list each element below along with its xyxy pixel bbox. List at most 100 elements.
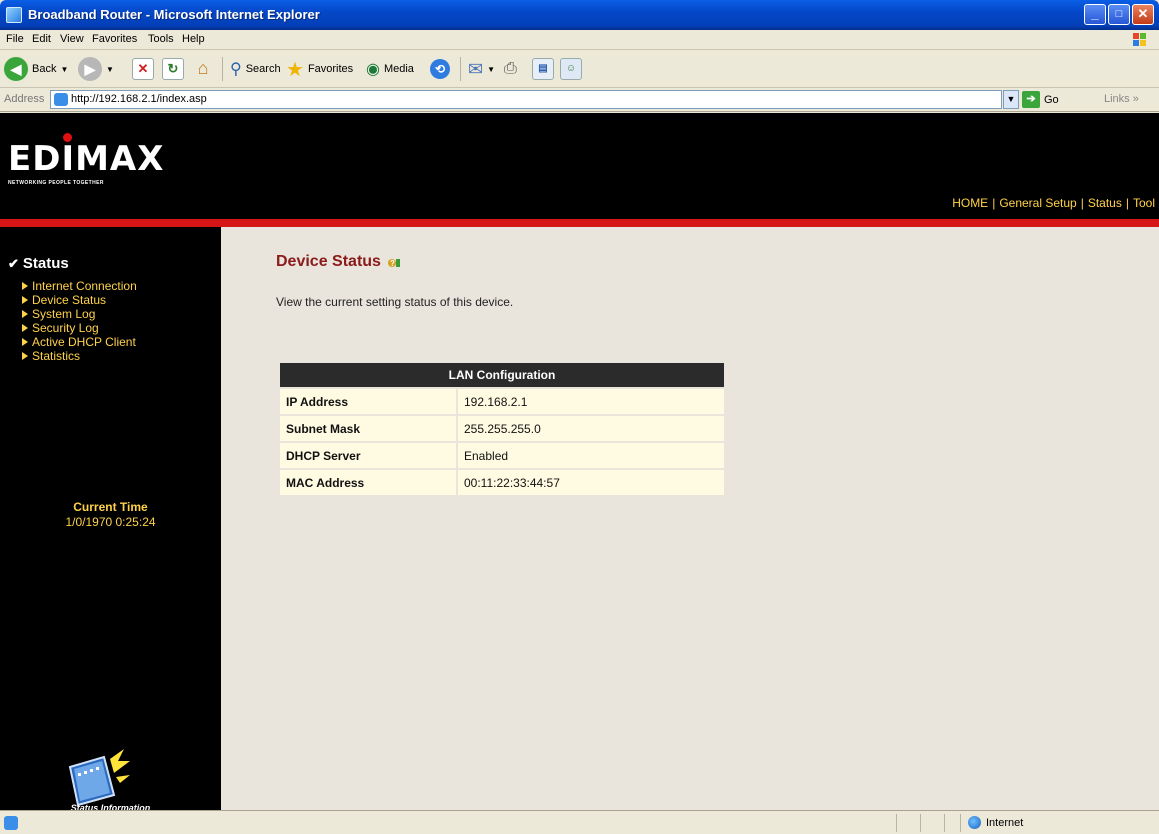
menu-view[interactable]: View [60,33,84,45]
links-button[interactable]: Links » [1104,93,1139,105]
status-information-icon [68,749,130,807]
sidebar-item-label: Active DHCP Client [32,335,136,349]
back-label: Back [32,63,57,75]
header-divider [0,219,1159,227]
sidebar-item-label: Security Log [32,321,99,335]
toolbar-separator [460,57,461,81]
status-panel-divider [920,814,921,832]
row-key: IP Address [280,389,456,414]
edit-button[interactable]: ▤ [532,57,554,81]
help-icon[interactable]: ? [387,255,401,269]
address-dropdown[interactable]: ▼ [1003,90,1019,109]
menu-favorites[interactable]: Favorites [92,33,137,45]
toolbar: ◀ Back ▼ ▶ ▼ ✕ ↻ ⌂ ⚲ Search ★ Favorites … [0,50,1159,88]
menu-edit[interactable]: Edit [32,33,51,45]
favorites-label: Favorites [307,63,354,75]
go-arrow-icon: ➔ [1022,91,1040,108]
print-button[interactable]: ⎙ [504,57,517,81]
menu-file[interactable]: File [6,33,24,45]
refresh-icon: ↻ [162,58,184,80]
refresh-button[interactable]: ↻ [162,57,184,81]
row-key: DHCP Server [280,443,456,468]
mail-button[interactable]: ✉ ▼ [468,57,495,81]
address-bar: Address http://192.168.2.1/index.asp ▼ ➔… [0,88,1159,112]
triangle-right-icon [22,282,28,290]
ie-icon [6,7,22,23]
status-panel-divider [896,814,897,832]
router-header: EDIMAX NETWORKING PEOPLE TOGETHER HOME |… [0,113,1159,219]
home-icon: ⌂ [197,58,209,78]
menu-help[interactable]: Help [182,33,205,45]
row-value: 255.255.255.0 [456,416,724,441]
sidebar-item-active-dhcp-client[interactable]: Active DHCP Client [22,335,137,349]
messenger-button[interactable]: ☺ [560,57,582,81]
status-panel-divider [960,814,961,832]
nav-home[interactable]: HOME [952,196,988,210]
page-description: View the current setting status of this … [276,295,514,309]
nav-separator: | [992,196,996,210]
forward-button[interactable]: ▶ ▼ [78,57,114,81]
address-input[interactable]: http://192.168.2.1/index.asp [50,90,1002,109]
menu-bar: File Edit View Favorites Tools Help [0,30,1159,50]
logo-dot [63,133,72,142]
page-icon [54,93,68,106]
sidebar-item-label: Device Status [32,293,107,307]
messenger-icon: ☺ [560,58,582,80]
page-title-text: Device Status [276,253,381,270]
favorites-button[interactable]: ★ Favorites [286,57,353,81]
star-icon: ★ [286,58,304,81]
lan-configuration-table: LAN Configuration IP Address 192.168.2.1… [280,361,724,497]
stop-button[interactable]: ✕ [132,57,154,81]
back-button[interactable]: ◀ Back ▼ [4,57,68,81]
nav-general-setup[interactable]: General Setup [999,196,1076,210]
triangle-right-icon [22,338,28,346]
go-label: Go [1044,93,1059,106]
row-value: 00:11:22:33:44:57 [456,470,724,495]
table-row: DHCP Server Enabled [280,443,724,468]
security-zone: Internet [968,816,1023,829]
status-bar: Internet [0,810,1159,834]
close-button[interactable]: ✕ [1132,4,1154,25]
media-button[interactable]: ◉ Media [366,57,414,81]
search-button[interactable]: ⚲ Search [230,57,281,81]
sidebar-item-security-log[interactable]: Security Log [22,321,137,335]
edit-page-icon: ▤ [532,58,554,80]
nav-tool[interactable]: Tool [1133,196,1155,210]
toolbar-separator [222,57,223,81]
triangle-right-icon [22,310,28,318]
triangle-right-icon [22,352,28,360]
zone-label: Internet [986,816,1024,829]
sidebar-item-device-status[interactable]: Device Status [22,293,137,307]
page-icon [4,816,18,830]
status-panel-divider [944,814,945,832]
nav-status[interactable]: Status [1088,196,1122,210]
sidebar-item-label: Internet Connection [32,279,137,293]
go-button[interactable]: ➔ Go [1022,91,1059,108]
checkmark-icon: ✔ [8,255,19,271]
table-row: Subnet Mask 255.255.255.0 [280,416,724,441]
table-row: MAC Address 00:11:22:33:44:57 [280,470,724,495]
mail-icon: ✉ [468,58,484,79]
page-title: Device Status ? [276,253,401,271]
svg-text:?: ? [390,259,395,268]
top-nav: HOME | General Setup | Status | Tool [952,196,1155,210]
logo-text: EDIMAX [8,139,165,179]
history-button[interactable]: ⟲ [430,57,450,81]
forward-arrow-icon: ▶ [78,57,102,81]
home-button[interactable]: ⌂ [192,57,214,81]
maximize-button[interactable]: □ [1108,4,1130,25]
table-row: IP Address 192.168.2.1 [280,389,724,414]
sidebar-title: ✔ Status [8,255,69,272]
address-label: Address [4,93,45,105]
media-label: Media [383,63,414,75]
minimize-button[interactable]: _ [1084,4,1106,25]
sidebar-item-internet-connection[interactable]: Internet Connection [22,279,137,293]
logo-tagline: NETWORKING PEOPLE TOGETHER [8,180,104,186]
sidebar-item-system-log[interactable]: System Log [22,307,137,321]
sidebar-item-label: Statistics [32,349,81,363]
menu-tools[interactable]: Tools [148,33,174,45]
row-key: Subnet Mask [280,416,456,441]
triangle-right-icon [22,296,28,304]
sidebar-item-statistics[interactable]: Statistics [22,349,137,363]
triangle-right-icon [22,324,28,332]
